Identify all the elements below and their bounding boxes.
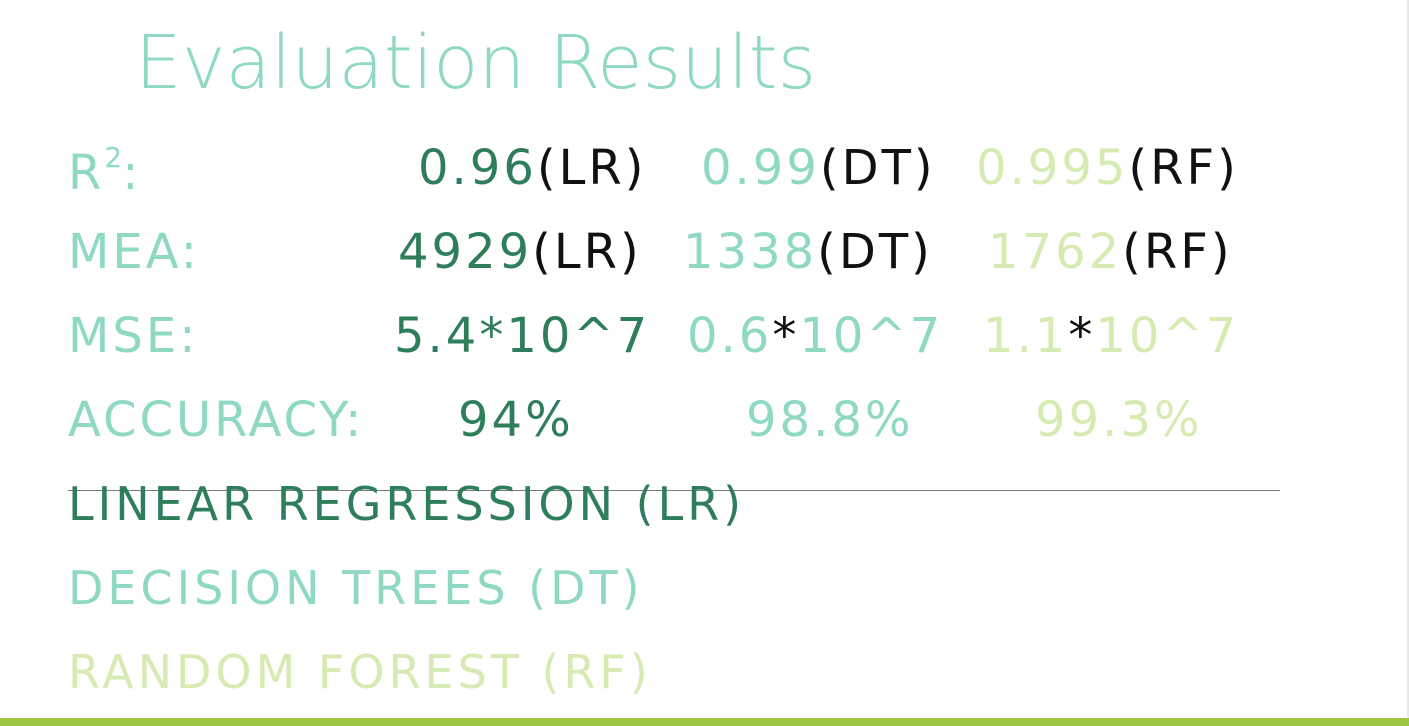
r2-lr-tag: (LR) bbox=[536, 140, 647, 196]
r2-lr-cell: 0.96(LR) bbox=[418, 144, 646, 192]
r2-lr-value: 0.96 bbox=[418, 140, 537, 196]
mse-lr-cell: 5.4*10^7 bbox=[394, 312, 650, 360]
slide: Evaluation Results R2: 0.96(LR) 0.99(DT)… bbox=[0, 0, 1409, 726]
metric-label-accuracy: ACCURACY: bbox=[68, 392, 365, 448]
r2-dt-tag: (DT) bbox=[819, 140, 936, 196]
mse-dt-mantissa: 0.6 bbox=[687, 308, 773, 364]
mea-rf-cell: 1762(RF) bbox=[988, 228, 1233, 276]
r2-dt-cell: 0.99(DT) bbox=[701, 144, 936, 192]
r2-label-superscript: 2 bbox=[104, 141, 123, 174]
mea-dt-value: 1338 bbox=[683, 224, 818, 280]
mea-dt-cell: 1338(DT) bbox=[683, 228, 933, 276]
mea-rf-value: 1762 bbox=[988, 224, 1123, 280]
accuracy-lr-value: 94% bbox=[458, 392, 574, 448]
mse-rf-exponent: 10^7 bbox=[1095, 308, 1240, 364]
r2-dt-value: 0.99 bbox=[701, 140, 820, 196]
slide-title: Evaluation Results bbox=[135, 20, 817, 106]
metric-label-mea: MEA: bbox=[68, 224, 200, 280]
mse-lr-exponent: 10^7 bbox=[506, 308, 651, 364]
mse-lr-mantissa: 5.4 bbox=[394, 308, 480, 364]
mse-lr-star: * bbox=[479, 308, 507, 364]
r2-label-suffix: : bbox=[122, 145, 142, 201]
mse-dt-exponent: 10^7 bbox=[799, 308, 944, 364]
r2-label-main: R bbox=[68, 145, 105, 201]
metric-label-mse: MSE: bbox=[68, 308, 199, 364]
mea-rf-tag: (RF) bbox=[1122, 224, 1233, 280]
legend-item-rf: RANDOM FOREST (RF) bbox=[68, 645, 652, 699]
mea-lr-tag: (LR) bbox=[532, 224, 642, 280]
accent-bar bbox=[0, 718, 1409, 726]
mse-rf-star: * bbox=[1068, 308, 1096, 364]
accuracy-rf-value: 99.3% bbox=[1035, 392, 1203, 448]
mea-lr-cell: 4929(LR) bbox=[398, 228, 642, 276]
mse-dt-cell: 0.6*10^7 bbox=[687, 312, 943, 360]
mse-rf-mantissa: 1.1 bbox=[983, 308, 1069, 364]
mea-dt-tag: (DT) bbox=[817, 224, 933, 280]
legend-item-dt: DECISION TREES (DT) bbox=[68, 561, 644, 615]
legend-item-lr: LINEAR REGRESSION (LR) bbox=[68, 477, 746, 531]
r2-rf-tag: (RF) bbox=[1128, 140, 1239, 196]
mse-rf-cell: 1.1*10^7 bbox=[983, 312, 1239, 360]
accuracy-dt-value: 98.8% bbox=[746, 392, 914, 448]
r2-rf-cell: 0.995(RF) bbox=[976, 144, 1239, 192]
r2-rf-value: 0.995 bbox=[976, 140, 1129, 196]
metric-label-r2: R2: bbox=[68, 141, 141, 198]
mse-dt-star: * bbox=[772, 308, 800, 364]
mea-lr-value: 4929 bbox=[398, 224, 533, 280]
